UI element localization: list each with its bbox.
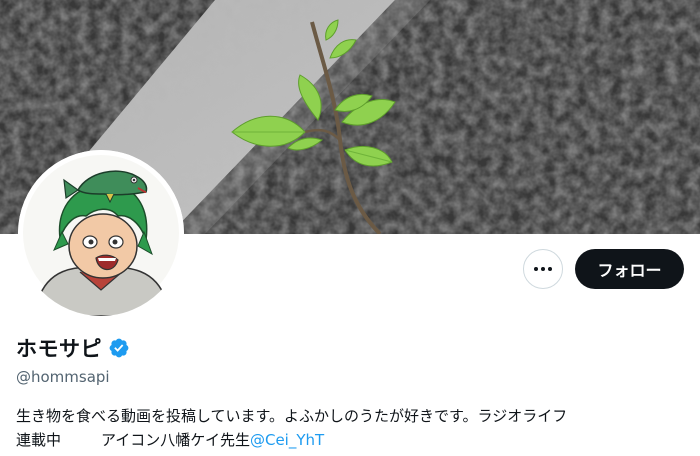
profile-page: フォロー ホモサピ @hommsapi 生き物を食べる動画を投稿しています。よふ…	[0, 0, 700, 456]
profile-handle: @hommsapi	[16, 368, 110, 386]
profile-bio: 生き物を食べる動画を投稿しています。よふかしのうたが好きです。ラジオライフ 連載…	[16, 404, 686, 452]
bio-mention-link[interactable]: @Cei_YhT	[250, 431, 324, 449]
bio-text-icon-credit: アイコン八幡ケイ先生	[101, 431, 250, 449]
bio-line-1: 生き物を食べる動画を投稿しています。よふかしのうたが好きです。ラジオライフ	[16, 407, 568, 425]
more-options-button[interactable]	[523, 249, 563, 289]
bio-text-serialization: 連載中	[16, 431, 62, 449]
bio-line-2: 連載中 アイコン八幡ケイ先生@Cei_YhT	[16, 428, 686, 452]
display-name: ホモサピ	[16, 337, 102, 361]
verified-badge-icon[interactable]	[108, 337, 130, 359]
avatar-image	[18, 150, 184, 316]
profile-name-row: ホモサピ	[16, 333, 130, 363]
follow-button[interactable]: フォロー	[575, 249, 684, 289]
more-horizontal-icon	[548, 267, 552, 271]
more-horizontal-icon	[534, 267, 538, 271]
avatar[interactable]	[18, 150, 184, 316]
more-horizontal-icon	[541, 267, 545, 271]
